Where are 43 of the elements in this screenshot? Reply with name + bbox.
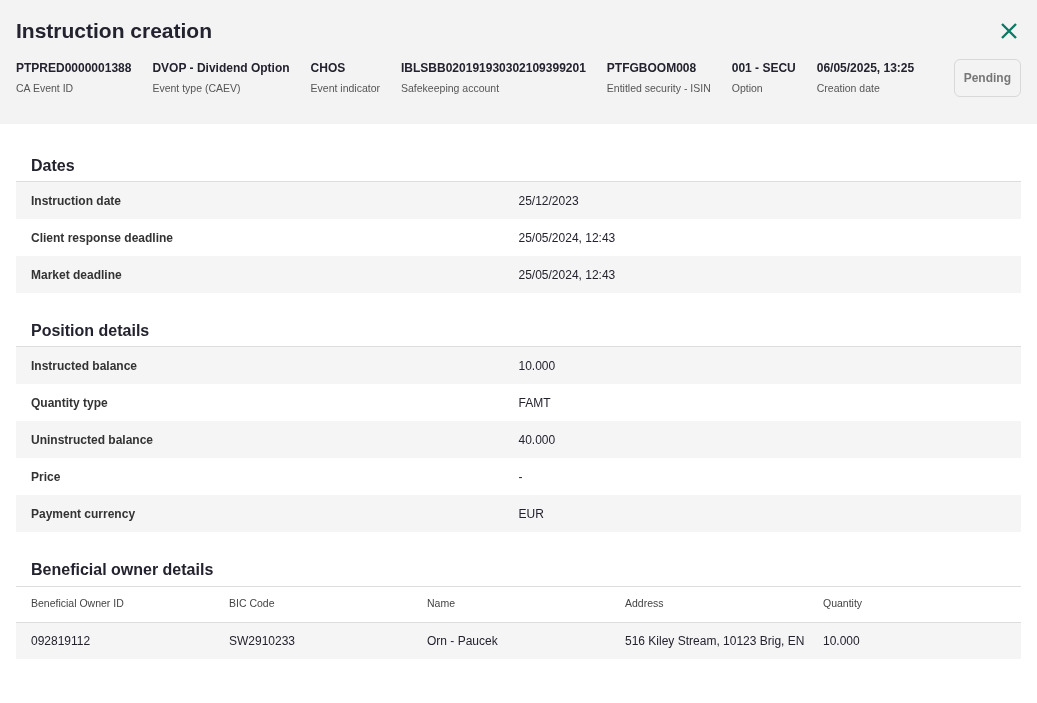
field-label: Instruction date	[31, 192, 122, 210]
column-header: Beneficial Owner ID	[31, 596, 125, 612]
field-label: Client response deadline	[31, 229, 175, 247]
summary-value: 001 - SECU	[731, 60, 796, 78]
column-header: Name	[427, 596, 456, 612]
summary-value: PTFGBOOM008	[606, 60, 698, 78]
field-label: Price	[31, 468, 62, 486]
table-cell-text: Orn - Paucek	[427, 632, 499, 650]
field-value: FAMT	[518, 394, 552, 412]
summary-label: Option	[731, 81, 764, 97]
table-cell-text: 092819112	[31, 632, 92, 650]
summary-value: CHOS	[310, 60, 347, 78]
field-value: 40.000	[518, 431, 557, 449]
field-label: Uninstructed balance	[31, 431, 155, 449]
section-title: Beneficial owner details	[16, 560, 1021, 587]
field-value: -	[518, 468, 524, 486]
summary-value: PTPRED0000001388	[16, 60, 132, 78]
table-cell-text: 516 Kiley Stream, 10123 Brig, EN	[625, 632, 806, 650]
summary-value: IBLSBB020191930302109399201	[401, 60, 586, 78]
summary-value: 06/05/2025, 13:25	[816, 60, 915, 78]
field-value: EUR	[518, 505, 545, 523]
column-header: Quantity	[823, 596, 864, 612]
field-value: 25/05/2024, 12:43	[518, 266, 617, 284]
summary-label: CA Event ID	[16, 81, 75, 97]
field-label: Quantity type	[31, 394, 109, 412]
window-title: Instruction creation	[16, 18, 213, 44]
summary-label: Event type (CAEV)	[152, 81, 242, 97]
summary-label: Creation date	[816, 81, 881, 97]
field-label: Payment currency	[31, 505, 137, 523]
summary-value: DVOP - Dividend Option	[152, 60, 290, 78]
column-header: BIC Code	[229, 596, 276, 612]
summary-label: Safekeeping account	[401, 81, 501, 97]
summary-label: Event indicator	[310, 81, 380, 97]
field-value: 10.000	[518, 357, 557, 375]
table-cell-text: SW2910233	[229, 632, 297, 650]
status-badge: Pending	[953, 59, 1021, 98]
field-label: Market deadline	[31, 266, 123, 284]
table-cell-text: 10.000	[823, 632, 861, 650]
field-value: 25/05/2024, 12:43	[518, 229, 617, 247]
column-header: Address	[625, 596, 665, 612]
summary-label: Entitled security - ISIN	[606, 81, 711, 97]
field-label: Instructed balance	[31, 357, 139, 375]
field-value: 25/12/2023	[518, 192, 580, 210]
